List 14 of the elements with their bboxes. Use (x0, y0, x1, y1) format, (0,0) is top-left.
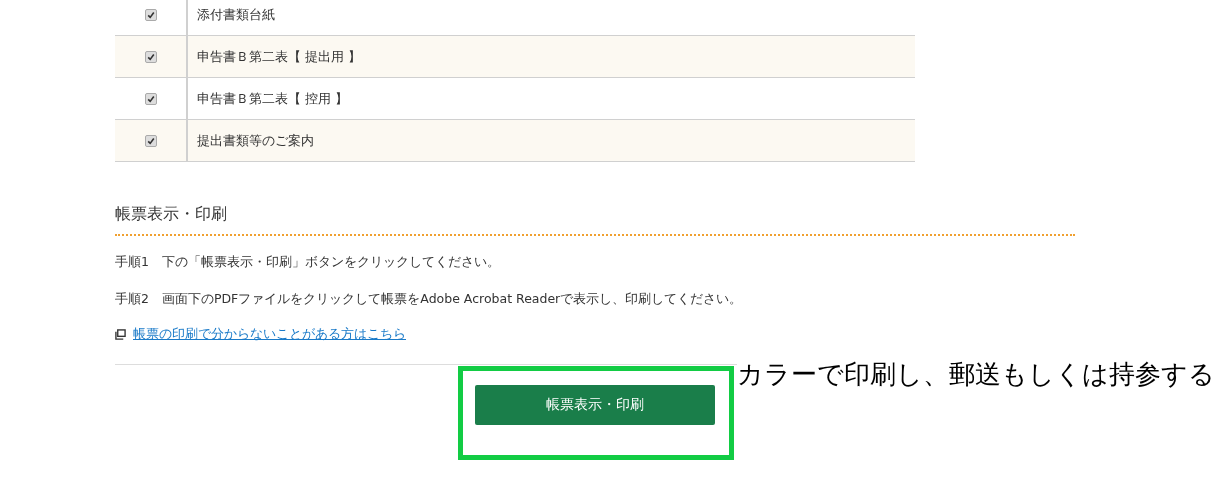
checkbox[interactable] (144, 50, 157, 63)
checkbox[interactable] (144, 8, 157, 21)
help-link[interactable]: 帳票の印刷で分からないことがある方はこちら (133, 325, 406, 343)
print-button[interactable]: 帳票表示・印刷 (475, 385, 715, 425)
document-name: 申告書Ｂ第二表【 控用 】 (197, 89, 349, 108)
new-window-icon (115, 328, 126, 340)
document-name: 提出書類等のご案内 (197, 131, 314, 150)
step-text: 手順1 下の「帳票表示・印刷」ボタンをクリックしてください。 (115, 253, 501, 271)
document-name: 添付書類台紙 (197, 5, 275, 24)
step-text: 手順2 画面下のPDFファイルをクリックして帳票をAdobe Acrobat Readerで表示し、印刷してください。 (115, 290, 744, 308)
checkbox[interactable] (144, 92, 157, 105)
document-name: 申告書Ｂ第二表【 提出用 】 (197, 47, 362, 66)
checkbox[interactable] (144, 134, 157, 147)
section-heading: 帳票表示・印刷 (115, 203, 228, 225)
